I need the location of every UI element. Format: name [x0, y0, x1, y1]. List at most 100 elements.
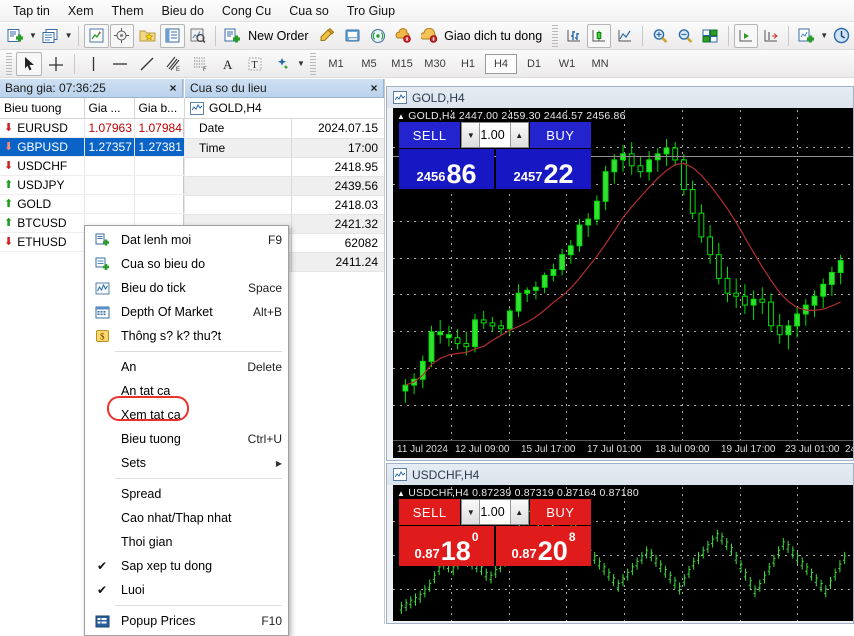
timeframe-w1[interactable]: W1 [551, 54, 583, 74]
context-menu-item-sap-xep-tu-dong[interactable]: ✔ Sap xep tu dong [85, 554, 288, 578]
context-menu-item-luoi[interactable]: ✔ Luoi [85, 578, 288, 602]
context-menu-item-thoi-gian[interactable]: Thoi gian [85, 530, 288, 554]
horizontal-line-icon[interactable] [107, 52, 133, 76]
favorites-icon[interactable] [135, 24, 159, 48]
crosshair-icon[interactable] [43, 52, 69, 76]
new-chart-icon[interactable] [3, 24, 27, 48]
context-menu-item-an-tat-ca[interactable]: An tat ca [85, 379, 288, 403]
one-click-trade-panel-gold[interactable]: SELL ▼ 1.00 ▲ BUY 2456 86 2457 22 [399, 122, 591, 189]
timeframe-m1[interactable]: M1 [320, 54, 352, 74]
text-icon[interactable]: A [215, 52, 241, 76]
timeframe-m5[interactable]: M5 [353, 54, 385, 74]
close-icon[interactable]: × [365, 81, 383, 95]
toolbar-gripper[interactable] [6, 52, 12, 75]
timeframe-m15[interactable]: M15 [386, 54, 418, 74]
trendline-icon[interactable] [134, 52, 160, 76]
context-menu-item-popup-prices[interactable]: Popup Prices F10 [85, 609, 288, 633]
data-window-icon[interactable] [160, 23, 185, 48]
templates-icon[interactable] [794, 24, 818, 48]
buy-price-gold[interactable]: 2457 22 [496, 149, 591, 189]
autotrading-label[interactable]: Giao dich tu dong [442, 29, 548, 43]
tile-windows-icon[interactable] [698, 24, 722, 48]
buy-button-usdchf[interactable]: BUY [529, 499, 591, 525]
volume-stepper-gold[interactable]: ▼ 1.00 ▲ [461, 122, 529, 148]
context-menu-item-an[interactable]: An Delete [85, 355, 288, 379]
navigator-icon[interactable] [109, 23, 134, 48]
market-watch-icon[interactable] [84, 23, 109, 48]
candlestick-chart-icon[interactable] [587, 23, 612, 48]
timeframe-mn[interactable]: MN [584, 54, 616, 74]
autoscroll-icon[interactable] [733, 23, 758, 48]
market-watch-row[interactable]: ⬇ USDCHF [0, 156, 185, 176]
chart-window-dropdown-icon[interactable]: ▼ [64, 24, 73, 48]
volume-stepper-usdchf[interactable]: ▼ 1.00 ▲ [461, 499, 529, 525]
context-menu-item-cao-nhat-thap-nhat[interactable]: Cao nhat/Thap nhat [85, 506, 288, 530]
symbol-cell[interactable]: ⬇ GBPUSD [0, 137, 85, 157]
context-menu-item-cua-so-bieu-do[interactable]: Cua so bieu do [85, 252, 288, 276]
volume-increase-icon[interactable]: ▲ [509, 123, 528, 147]
column-header-bid[interactable]: Gia ... [84, 98, 135, 119]
autotrading-icon[interactable] [417, 24, 441, 48]
chart-shift-icon[interactable] [759, 24, 783, 48]
objects-dropdown-icon[interactable]: ▼ [296, 52, 306, 76]
context-menu[interactable]: Dat lenh moi F9 Cua so bieu do Bieu do tick… [84, 225, 289, 636]
templates-dropdown-icon[interactable]: ▼ [820, 24, 829, 48]
sell-price-gold[interactable]: 2456 86 [399, 149, 494, 189]
market-watch-row[interactable]: ⬇ GBPUSD 1.27357 1.27381 [0, 137, 185, 157]
symbol-cell[interactable]: ⬇ EURUSD [0, 118, 85, 138]
symbol-cell[interactable]: ⬆ GOLD [0, 194, 85, 214]
market-watch-row[interactable]: ⬆ GOLD [0, 194, 185, 214]
cursor-icon[interactable] [16, 51, 42, 76]
metaeditor-icon[interactable] [316, 24, 340, 48]
equidistant-channel-icon[interactable]: E [161, 52, 187, 76]
toolbar-gripper[interactable] [552, 24, 558, 47]
chart-window-icon[interactable] [39, 24, 63, 48]
column-header-symbol[interactable]: Bieu tuong [0, 98, 85, 119]
period-icon[interactable] [830, 24, 854, 48]
menu-item-xem[interactable]: Xem [59, 2, 103, 20]
menu-item-bieu-do[interactable]: Bieu do [153, 2, 213, 20]
chart-usdchf-body[interactable]: ▲ USDCHF,H4 0.87239 0.87319 0.87164 0.87… [393, 485, 853, 621]
context-menu-item-xem-tat-ca[interactable]: Xem tat ca [85, 403, 288, 427]
buy-button-gold[interactable]: BUY [529, 122, 591, 148]
new-order-label[interactable]: New Order [246, 29, 314, 43]
sell-button-gold[interactable]: SELL [399, 122, 461, 148]
mql5-community-icon[interactable] [341, 24, 365, 48]
volume-decrease-icon[interactable]: ▼ [462, 500, 481, 524]
context-menu-item-bieu-do-tick[interactable]: Bieu do tick Space [85, 276, 288, 300]
context-menu-item-th-ng-s-k-thu-t[interactable]: $ Thông s? k? thu?t [85, 324, 288, 348]
toolbar-gripper[interactable] [310, 52, 316, 75]
timeframe-m30[interactable]: M30 [419, 54, 451, 74]
market-watch-row[interactable]: ⬇ EURUSD 1.07963 1.07984 [0, 118, 185, 138]
signals-icon[interactable] [366, 24, 390, 48]
terminal-icon[interactable] [186, 24, 210, 48]
volume-increase-icon[interactable]: ▲ [509, 500, 528, 524]
menu-item-them[interactable]: Them [103, 2, 153, 20]
volume-value-usdchf[interactable]: 1.00 [480, 500, 509, 524]
text-label-icon[interactable]: T [242, 52, 268, 76]
symbol-cell[interactable]: ⬇ USDCHF [0, 156, 85, 176]
line-chart-icon[interactable] [612, 24, 636, 48]
chart-window-gold[interactable]: GOLD,H4 ▲ GOLD,H4 2447.00 2459.30 2446.5… [386, 86, 854, 461]
context-menu-item-depth-of-market[interactable]: Depth Of Market Alt+B [85, 300, 288, 324]
context-menu-item-spread[interactable]: Spread [85, 482, 288, 506]
menu-item-tro-giup[interactable]: Tro Giup [338, 2, 404, 20]
sell-button-usdchf[interactable]: SELL [399, 499, 461, 525]
symbol-cell[interactable]: ⬇ ETHUSD [0, 232, 85, 252]
buy-price-usdchf[interactable]: 0.87 20 8 [496, 526, 591, 566]
timeframe-h1[interactable]: H1 [452, 54, 484, 74]
symbol-cell[interactable]: ⬆ BTCUSD [0, 213, 85, 233]
context-menu-item-sets[interactable]: Sets ▶ [85, 451, 288, 475]
zoom-in-icon[interactable] [648, 24, 672, 48]
menu-item-tap-tin[interactable]: Tap tin [4, 2, 59, 20]
bar-chart-icon[interactable] [562, 24, 586, 48]
market-watch-row[interactable]: ⬆ USDJPY [0, 175, 185, 195]
close-icon[interactable]: × [164, 81, 182, 95]
symbol-cell[interactable]: ⬆ USDJPY [0, 175, 85, 195]
timeframe-h4[interactable]: H4 [485, 53, 517, 74]
menu-item-cong-cu[interactable]: Cong Cu [213, 2, 280, 20]
chart-gold-body[interactable]: ▲ GOLD,H4 2447.00 2459.30 2446.57 2456.8… [393, 108, 853, 458]
volume-value-gold[interactable]: 1.00 [480, 123, 509, 147]
vertical-line-icon[interactable] [80, 52, 106, 76]
fibonacci-icon[interactable]: F [188, 52, 214, 76]
